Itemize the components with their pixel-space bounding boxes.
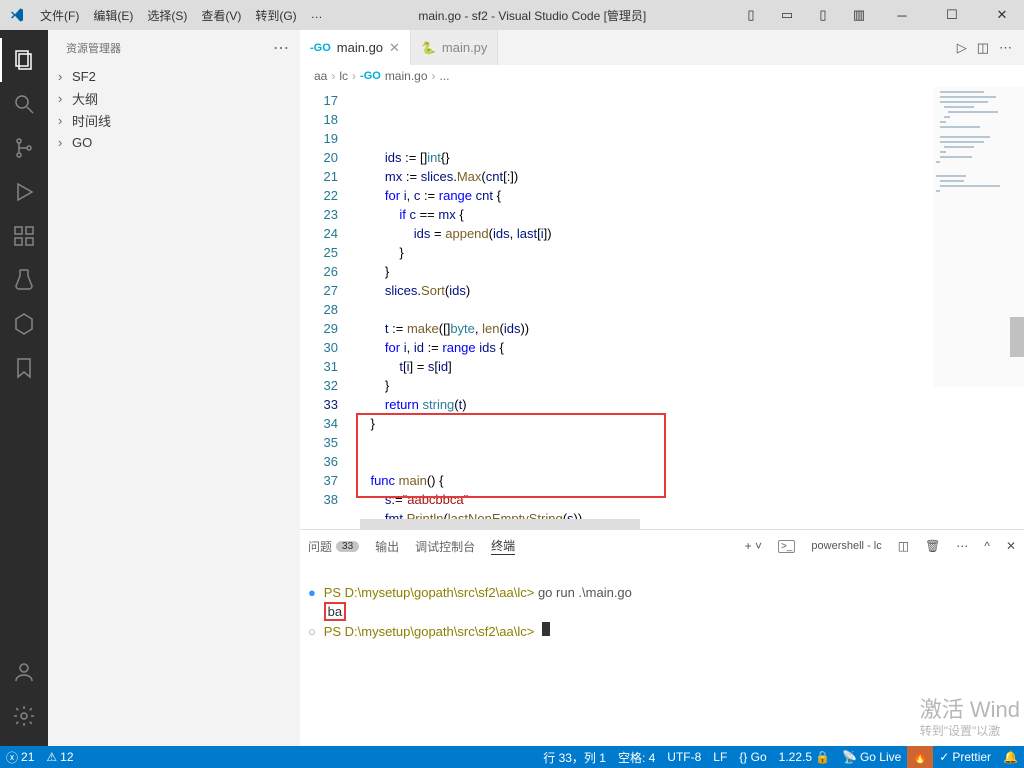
minimize-icon[interactable]: ─ — [880, 0, 924, 30]
menu-select[interactable]: 选择(S) — [141, 4, 193, 27]
section-outline[interactable]: ›大纲 — [48, 87, 300, 109]
menu-goto[interactable]: 转到(G) — [249, 4, 302, 27]
window-title: main.go - sf2 - Visual Studio Code [管理员] — [329, 7, 736, 24]
sidebar-more-icon[interactable]: ⋯ — [273, 38, 290, 58]
terminal-content[interactable]: ● PS D:\mysetup\gopath\src\sf2\aa\lc> go… — [300, 562, 1024, 746]
menu-edit[interactable]: 编辑(E) — [87, 4, 139, 27]
status-indent[interactable]: 空格: 4 — [612, 749, 661, 766]
status-language[interactable]: {} Go — [733, 750, 772, 764]
maximize-icon[interactable]: ☐ — [930, 0, 974, 30]
editor-group: -GO main.go ✕ 🐍 main.py ▷ ◫ ⋯ aa› lc› -G… — [300, 30, 1024, 746]
status-notifications-icon[interactable]: 🔔 — [997, 750, 1024, 764]
layout-panel-left-icon[interactable]: ▯ — [736, 1, 766, 29]
panel-close-icon[interactable]: ✕ — [1006, 539, 1016, 553]
status-encoding[interactable]: UTF-8 — [661, 750, 707, 764]
run-icon[interactable]: ▷ — [957, 40, 967, 56]
menu-bar: 文件(F) 编辑(E) 选择(S) 查看(V) 转到(G) … — [34, 4, 329, 27]
layout-panel-bottom-icon[interactable]: ▭ — [772, 1, 802, 29]
minimap-scrollbar[interactable] — [1010, 317, 1024, 357]
layout-customize-icon[interactable]: ▥ — [844, 1, 874, 29]
source-control-icon[interactable] — [0, 126, 48, 170]
testing-icon[interactable] — [0, 258, 48, 302]
new-terminal-icon[interactable]: + ˅ — [745, 539, 762, 553]
sidebar: 资源管理器 ⋯ ›SF2 ›大纲 ›时间线 ›GO — [48, 30, 300, 746]
terminal-shell-icon[interactable]: >_ — [778, 540, 795, 553]
status-bar: ⓧ 21 ⚠ 12 行 33，列 1 空格: 4 UTF-8 LF {} Go … — [0, 746, 1024, 768]
python-file-icon: 🐍 — [421, 41, 436, 55]
close-icon[interactable]: ✕ — [980, 0, 1024, 30]
status-eol[interactable]: LF — [707, 750, 733, 764]
panel-maximize-icon[interactable]: ^ — [984, 539, 990, 553]
activity-bar — [0, 30, 48, 746]
vscode-logo-icon — [0, 7, 34, 23]
run-debug-icon[interactable] — [0, 170, 48, 214]
split-editor-icon[interactable]: ◫ — [977, 40, 989, 56]
hex-icon[interactable] — [0, 302, 48, 346]
menu-more[interactable]: … — [305, 4, 329, 27]
accounts-icon[interactable] — [0, 650, 48, 694]
tab-main-py[interactable]: 🐍 main.py — [411, 30, 498, 65]
status-flame-icon[interactable]: 🔥 — [907, 746, 933, 768]
layout-panel-right-icon[interactable]: ▯ — [808, 1, 838, 29]
extensions-icon[interactable] — [0, 214, 48, 258]
section-go[interactable]: ›GO — [48, 131, 300, 153]
status-prettier[interactable]: ✓ Prettier — [933, 746, 997, 768]
status-go-version[interactable]: 1.22.5 🔒 — [773, 750, 836, 764]
bottom-panel: 问题33 输出 调试控制台 终端 + ˅ >_ powershell - lc … — [300, 529, 1024, 746]
status-go-live[interactable]: 📡 Go Live — [836, 746, 907, 768]
kill-terminal-icon[interactable]: 🗑 — [925, 539, 940, 553]
breadcrumbs[interactable]: aa› lc› -GO main.go› ... — [300, 65, 1024, 87]
status-warnings[interactable]: ⚠ 12 — [40, 750, 79, 764]
close-tab-icon[interactable]: ✕ — [389, 40, 400, 56]
settings-gear-icon[interactable] — [0, 694, 48, 738]
section-timeline[interactable]: ›时间线 — [48, 109, 300, 131]
folder-sf2[interactable]: ›SF2 — [48, 65, 300, 87]
panel-tab-terminal[interactable]: 终端 — [491, 537, 515, 555]
status-line-col[interactable]: 行 33，列 1 — [537, 749, 612, 766]
title-bar: 文件(F) 编辑(E) 选择(S) 查看(V) 转到(G) … main.go … — [0, 0, 1024, 30]
go-file-icon: -GO — [310, 42, 331, 54]
split-terminal-icon[interactable]: ◫ — [898, 539, 909, 553]
terminal-shell-label[interactable]: powershell - lc — [811, 540, 881, 552]
panel-tab-output[interactable]: 输出 — [375, 538, 399, 555]
editor-more-icon[interactable]: ⋯ — [999, 40, 1012, 56]
bookmark-icon[interactable] — [0, 346, 48, 390]
sidebar-title: 资源管理器 — [66, 40, 121, 56]
tab-main-go[interactable]: -GO main.go ✕ — [300, 30, 411, 65]
search-icon[interactable] — [0, 82, 48, 126]
horizontal-scrollbar[interactable] — [300, 519, 1024, 529]
menu-view[interactable]: 查看(V) — [195, 4, 247, 27]
panel-tab-debug[interactable]: 调试控制台 — [415, 538, 475, 555]
red-annotation-output: ba — [324, 602, 346, 621]
minimap[interactable] — [934, 87, 1024, 387]
explorer-icon[interactable] — [0, 38, 48, 82]
menu-file[interactable]: 文件(F) — [34, 4, 85, 27]
panel-more-icon[interactable]: ⋯ — [956, 539, 968, 553]
status-errors[interactable]: ⓧ 21 — [0, 749, 40, 766]
panel-tab-problems[interactable]: 问题33 — [308, 538, 359, 555]
code-editor[interactable]: 1718192021222324252627282930313233343536… — [300, 87, 1024, 519]
